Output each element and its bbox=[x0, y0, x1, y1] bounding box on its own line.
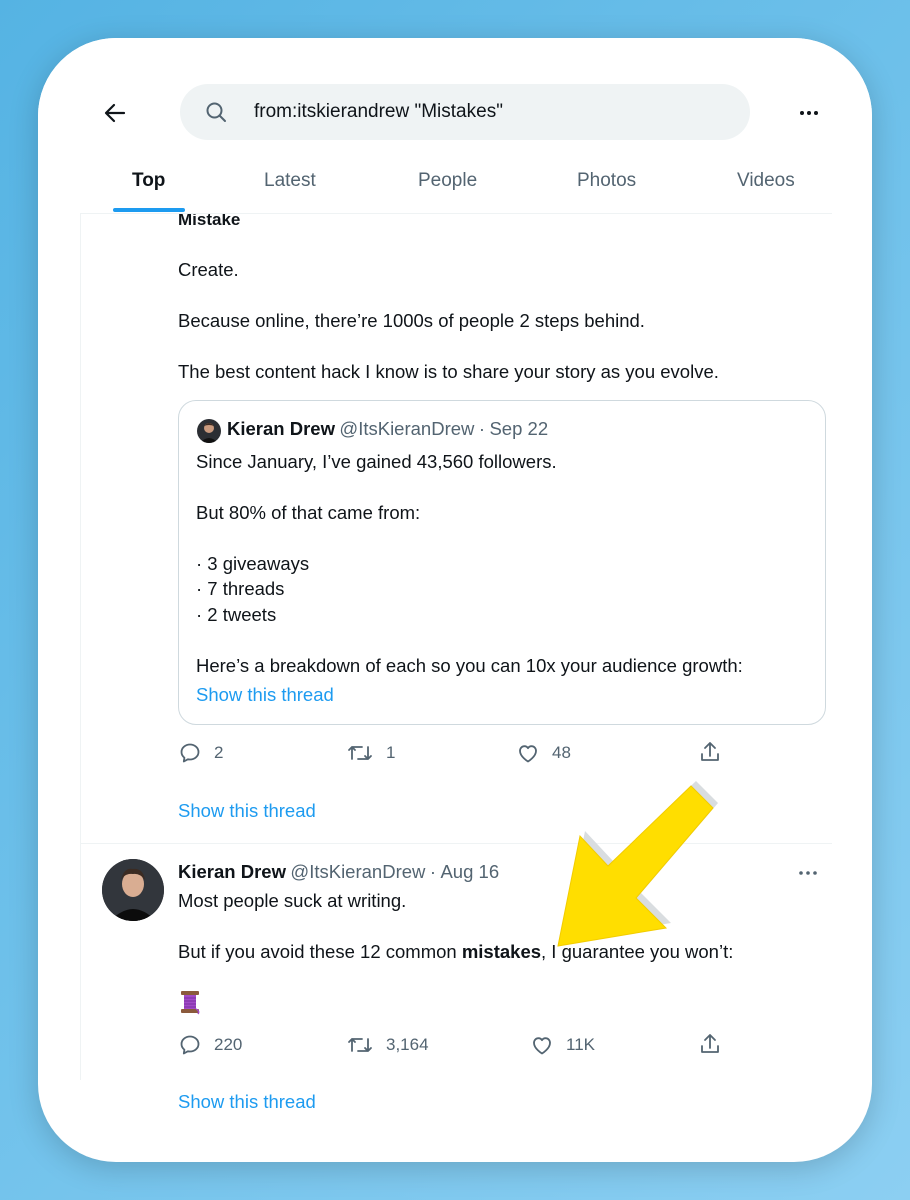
tweet-header: Kieran Drew @ItsKieranDrew · Aug 16 bbox=[178, 861, 499, 883]
reply-icon bbox=[180, 1035, 200, 1055]
share-button[interactable] bbox=[698, 1031, 722, 1057]
annotation-arrow bbox=[508, 766, 738, 976]
more-options-button[interactable] bbox=[796, 100, 822, 126]
tab-people[interactable]: People bbox=[418, 156, 477, 214]
reply-button[interactable]: 220 bbox=[178, 1033, 242, 1057]
like-count: 11K bbox=[566, 1035, 595, 1054]
tab-top[interactable]: Top bbox=[132, 156, 165, 214]
separator-dot: · bbox=[478, 418, 486, 439]
author-name[interactable]: Kieran Drew bbox=[227, 418, 335, 439]
quote-bullet: · 2 tweets bbox=[196, 604, 277, 625]
retweet-button[interactable]: 3,164 bbox=[346, 1033, 429, 1057]
separator-dot: · bbox=[429, 861, 437, 882]
show-thread-link[interactable]: Show this thread bbox=[178, 800, 316, 822]
reply-icon bbox=[180, 743, 200, 763]
author-name[interactable]: Kieran Drew bbox=[178, 861, 286, 882]
quote-bullet: · 7 threads bbox=[196, 578, 285, 599]
share-icon bbox=[701, 742, 719, 761]
avatar[interactable] bbox=[102, 859, 164, 921]
quoted-tweet[interactable]: Kieran Drew @ItsKieranDrew · Sep 22 Sinc… bbox=[178, 400, 826, 725]
retweet-button[interactable]: 1 bbox=[346, 741, 395, 765]
retweet-icon bbox=[348, 1038, 372, 1052]
retweet-count: 1 bbox=[386, 743, 396, 762]
quote-show-thread-link[interactable]: Show this thread bbox=[196, 684, 334, 706]
more-icon bbox=[799, 871, 817, 875]
back-button[interactable] bbox=[100, 98, 130, 128]
search-header: from:itskierandrew "Mistakes" Top Latest… bbox=[38, 38, 872, 214]
like-count: 48 bbox=[552, 743, 571, 762]
quote-bullet: · 3 giveaways bbox=[196, 553, 310, 574]
author-handle[interactable]: @ItsKieranDrew bbox=[290, 861, 425, 882]
tweet-text-segment: But if you avoid these 12 common bbox=[178, 941, 462, 962]
reply-button[interactable]: 2 bbox=[178, 741, 223, 765]
like-icon bbox=[533, 1037, 551, 1055]
avatar bbox=[197, 419, 221, 443]
search-input[interactable]: from:itskierandrew "Mistakes" bbox=[180, 84, 750, 140]
tab-photos[interactable]: Photos bbox=[577, 156, 636, 214]
tab-videos[interactable]: Videos bbox=[737, 156, 795, 214]
search-icon bbox=[204, 100, 228, 124]
retweet-count: 3,164 bbox=[386, 1035, 429, 1054]
tweet-line: Most people suck at writing. bbox=[178, 890, 407, 911]
thread-spool-icon bbox=[178, 989, 202, 1015]
tweet-paragraph: Create. bbox=[178, 259, 239, 280]
tweet-paragraph: Because online, there’re 1000s of people… bbox=[178, 310, 645, 331]
author-handle[interactable]: @ItsKieranDrew bbox=[339, 418, 474, 439]
active-tab-indicator bbox=[113, 208, 185, 212]
quote-line: Here’s a breakdown of each so you can 10… bbox=[196, 655, 743, 676]
share-button[interactable] bbox=[698, 739, 722, 765]
like-icon bbox=[519, 745, 537, 763]
search-tabs: Top Latest People Photos Videos bbox=[80, 156, 832, 214]
more-icon bbox=[800, 111, 818, 115]
tweet-more-button[interactable] bbox=[796, 861, 820, 885]
share-icon bbox=[701, 1034, 719, 1053]
back-arrow-icon bbox=[104, 103, 126, 123]
tweet-paragraph: The best content hack I know is to share… bbox=[178, 361, 719, 382]
quote-line: Since January, I’ve gained 43,560 follow… bbox=[196, 451, 557, 472]
search-query[interactable]: from:itskierandrew "Mistakes" bbox=[254, 101, 503, 123]
reply-count: 2 bbox=[214, 743, 224, 762]
quote-header: Kieran Drew @ItsKieranDrew · Sep 22 bbox=[227, 418, 548, 440]
tweet-date[interactable]: Aug 16 bbox=[440, 861, 499, 882]
tweet-date[interactable]: Sep 22 bbox=[489, 418, 548, 439]
timeline-border bbox=[80, 120, 81, 1080]
retweet-icon bbox=[348, 746, 372, 760]
quote-line: But 80% of that came from: bbox=[196, 502, 421, 523]
tab-latest[interactable]: Latest bbox=[264, 156, 316, 214]
like-button[interactable]: 11K bbox=[530, 1033, 595, 1057]
reply-count: 220 bbox=[214, 1035, 243, 1054]
show-thread-link[interactable]: Show this thread bbox=[178, 1091, 316, 1113]
like-button[interactable]: 48 bbox=[516, 741, 571, 765]
app-card: Mistake Create. Because online, there’re… bbox=[38, 38, 872, 1162]
